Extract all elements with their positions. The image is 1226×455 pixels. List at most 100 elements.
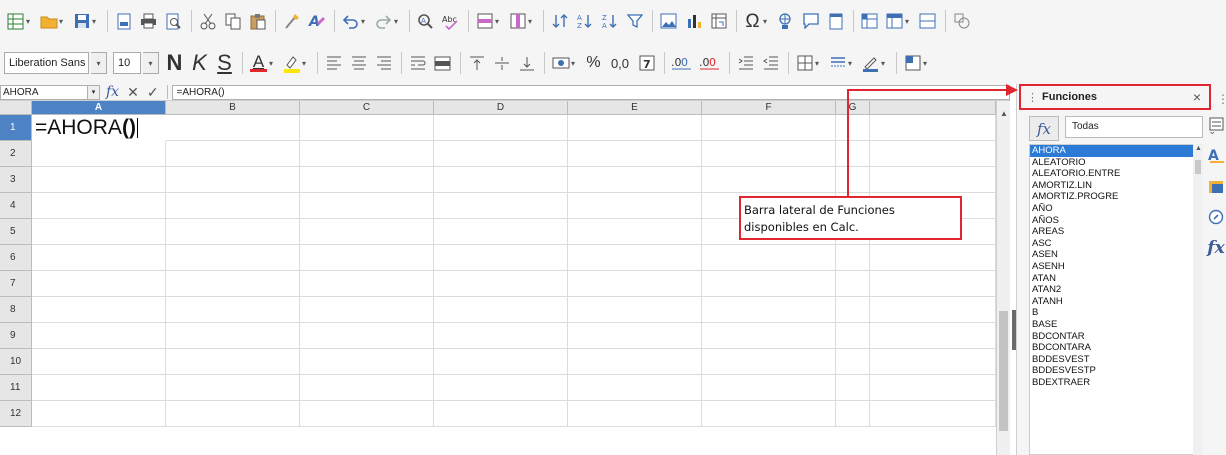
cell[interactable] [32, 323, 166, 349]
cell[interactable] [568, 271, 702, 297]
cell[interactable] [166, 115, 300, 141]
cell[interactable] [166, 349, 300, 375]
cell[interactable] [568, 167, 702, 193]
chevron-down-icon[interactable]: ▾ [881, 54, 889, 73]
column-header-d[interactable]: D [434, 101, 568, 115]
cell[interactable] [568, 141, 702, 167]
sort-descending-icon[interactable]: ZA [600, 12, 619, 31]
column-icon[interactable] [508, 12, 527, 31]
cell[interactable] [836, 115, 870, 141]
cell[interactable] [568, 349, 702, 375]
function-list-item[interactable]: ASEN [1030, 249, 1194, 261]
cell[interactable] [836, 401, 870, 427]
export-pdf-icon[interactable] [114, 12, 133, 31]
functions-icon[interactable]: fx [1207, 238, 1225, 258]
cell[interactable] [702, 297, 836, 323]
row-header-8[interactable]: 8 [0, 297, 32, 323]
function-list-item[interactable]: ALEATORIO [1030, 157, 1194, 169]
clear-formatting-icon[interactable]: A [307, 12, 326, 31]
cell[interactable] [300, 349, 434, 375]
sort-icon[interactable] [550, 12, 569, 31]
chevron-down-icon[interactable]: ▾ [143, 52, 159, 74]
cell[interactable] [300, 245, 434, 271]
align-top-icon[interactable] [467, 54, 486, 73]
function-list-item[interactable]: ASC [1030, 238, 1194, 250]
add-decimal-icon[interactable]: .0 0 [671, 54, 693, 73]
cell[interactable] [702, 401, 836, 427]
align-right-icon[interactable] [374, 54, 393, 73]
chevron-down-icon[interactable]: ▾ [91, 52, 107, 74]
font-color-button[interactable]: A [249, 53, 268, 73]
cell[interactable] [434, 219, 568, 245]
function-list-item[interactable]: AÑO [1030, 203, 1194, 215]
cell[interactable] [870, 323, 996, 349]
italic-button[interactable]: K [190, 50, 209, 75]
column-header-c[interactable]: C [300, 101, 434, 115]
function-list-item[interactable]: AREAS [1030, 226, 1194, 238]
cell[interactable] [32, 375, 166, 401]
align-left-icon[interactable] [324, 54, 343, 73]
formula-input[interactable]: =AHORA() [171, 84, 1010, 100]
insert-chart-icon[interactable] [684, 12, 703, 31]
chevron-down-icon[interactable]: ▾ [495, 12, 503, 31]
cell[interactable] [702, 323, 836, 349]
chevron-down-icon[interactable]: ▾ [88, 84, 100, 100]
row-header-6[interactable]: 6 [0, 245, 32, 271]
cell[interactable] [32, 297, 166, 323]
cell[interactable] [836, 271, 870, 297]
underline-button[interactable]: S [215, 50, 234, 75]
cell[interactable] [300, 141, 434, 167]
cut-icon[interactable] [198, 12, 217, 31]
cell[interactable] [836, 375, 870, 401]
scrollbar-thumb[interactable] [999, 311, 1008, 431]
function-list-item[interactable]: BASE [1030, 319, 1194, 331]
cell[interactable] [300, 297, 434, 323]
increase-indent-icon[interactable] [736, 54, 755, 73]
function-list-item[interactable]: AMORTIZ.LIN [1030, 180, 1194, 192]
chevron-down-icon[interactable]: ▾ [815, 54, 823, 73]
cell[interactable] [870, 271, 996, 297]
insert-function-button[interactable]: fx [1029, 116, 1059, 141]
cell[interactable] [434, 271, 568, 297]
spreadsheet-grid[interactable]: ABCDEFG 1 2 3 4 5 6 7 8 9 10 11 12 =AHORA() [0, 101, 1000, 455]
highlight-color-icon[interactable] [282, 54, 301, 73]
cell[interactable] [32, 167, 166, 193]
cell[interactable] [300, 271, 434, 297]
row-header-4[interactable]: 4 [0, 193, 32, 219]
font-size-box[interactable]: 10 [113, 52, 141, 74]
cell[interactable] [870, 401, 996, 427]
cell[interactable] [434, 141, 568, 167]
function-list-item[interactable]: BDDESVESTP [1030, 365, 1194, 377]
cell[interactable] [836, 297, 870, 323]
cell[interactable] [870, 245, 996, 271]
cell[interactable] [434, 349, 568, 375]
cell[interactable] [434, 193, 568, 219]
cell[interactable] [300, 193, 434, 219]
define-print-area-icon[interactable] [860, 12, 879, 31]
clone-formatting-icon[interactable] [282, 12, 301, 31]
cell[interactable] [166, 323, 300, 349]
cell[interactable] [702, 375, 836, 401]
cell[interactable] [702, 245, 836, 271]
paste-icon[interactable] [248, 12, 267, 31]
pivot-table-icon[interactable] [709, 12, 728, 31]
cell[interactable] [702, 115, 836, 141]
autofilter-icon[interactable] [625, 12, 644, 31]
cell[interactable] [32, 219, 166, 245]
cell[interactable] [166, 193, 300, 219]
cell[interactable] [434, 245, 568, 271]
more-options-icon[interactable]: ⋮ [1217, 92, 1226, 106]
border-color-icon[interactable] [861, 54, 880, 73]
cell[interactable] [870, 167, 996, 193]
row-header-7[interactable]: 7 [0, 271, 32, 297]
chevron-down-icon[interactable]: ▾ [92, 12, 100, 31]
row-header-2[interactable]: 2 [0, 141, 32, 167]
column-header-b[interactable]: B [166, 101, 300, 115]
function-list-item[interactable]: ATAN [1030, 273, 1194, 285]
column-header-g[interactable]: G [836, 101, 870, 115]
cell[interactable] [300, 167, 434, 193]
cell[interactable] [32, 401, 166, 427]
row-header-10[interactable]: 10 [0, 349, 32, 375]
percent-button[interactable]: % [584, 54, 603, 73]
chevron-down-icon[interactable]: ▾ [302, 54, 310, 73]
